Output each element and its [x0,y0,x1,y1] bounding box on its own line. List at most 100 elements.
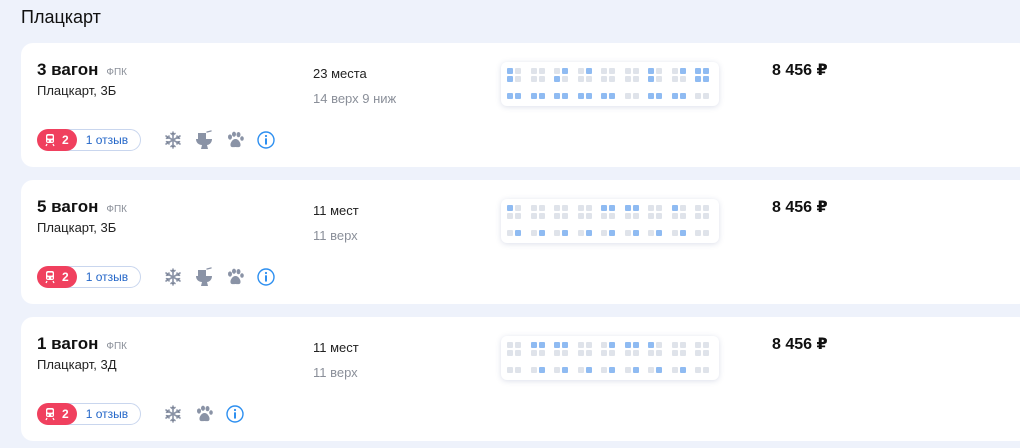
seat-taken [648,367,654,373]
seat-taken [648,213,654,219]
wagon-card[interactable]: 5 вагон ФПК Плацкарт, 3Б 11 мест 11 верх… [21,180,1020,304]
seat-free[interactable] [695,76,701,82]
seat-free[interactable] [538,93,545,99]
seat-free[interactable] [703,68,709,74]
wagon-title: 5 вагон ФПК [37,197,127,217]
seat-taken [671,230,678,236]
info-icon[interactable] [256,267,276,287]
seat-free[interactable] [695,68,701,74]
seat-free[interactable] [507,205,513,211]
seat-free[interactable] [648,76,654,82]
seat-free[interactable] [562,93,568,99]
seat-free[interactable] [562,367,568,373]
seat-free[interactable] [530,342,537,348]
seat-free[interactable] [585,230,592,236]
seat-free[interactable] [538,367,545,373]
seat-free[interactable] [656,367,662,373]
seat-free[interactable] [562,68,568,74]
seat-taken [562,213,568,219]
seat-taken [656,213,662,219]
seat-taken [671,213,678,219]
seat-free[interactable] [624,342,631,348]
seat-taken [538,68,545,74]
seat-free[interactable] [632,205,639,211]
seat-free[interactable] [515,230,521,236]
seat-taken [585,76,592,82]
seat-taken [671,367,678,373]
seat-free[interactable] [507,76,513,82]
seat-free[interactable] [577,93,584,99]
seat-free[interactable] [562,342,568,348]
price[interactable]: 8 456 ₽ [772,60,828,80]
seat-taken [679,350,686,356]
seat-free[interactable] [538,342,545,348]
rating-badge[interactable]: 2 [37,403,77,425]
seat-free[interactable] [601,93,607,99]
seat-taken [695,230,701,236]
seat-free[interactable] [679,367,686,373]
seat-free[interactable] [648,68,654,74]
price[interactable]: 8 456 ₽ [772,197,828,217]
seat-free[interactable] [585,93,592,99]
seat-taken [632,213,639,219]
seat-free[interactable] [609,205,615,211]
carrier-label: ФПК [106,341,127,352]
seat-taken [703,342,709,348]
seat-taken [562,205,568,211]
seat-free[interactable] [679,68,686,74]
seats-detail: 11 верх [313,228,358,243]
seat-free[interactable] [554,342,560,348]
seat-free[interactable] [671,205,678,211]
wagon-card[interactable]: 3 вагон ФПК Плацкарт, 3Б 23 места 14 вер… [21,43,1020,167]
seat-free[interactable] [679,93,686,99]
wagon-card[interactable]: 1 вагон ФПК Плацкарт, 3Д 11 мест 11 верх… [21,317,1020,441]
seat-free[interactable] [585,367,592,373]
reviews-link[interactable]: 1 отзыв [66,403,142,425]
seat-taken [577,367,584,373]
wagon-scheme[interactable] [501,199,719,243]
seat-free[interactable] [632,342,639,348]
paw-icon [194,404,214,424]
rating-badge[interactable]: 2 [37,266,77,288]
seat-free[interactable] [554,76,560,82]
price[interactable]: 8 456 ₽ [772,334,828,354]
seat-free[interactable] [679,230,686,236]
seat-taken [585,213,592,219]
seat-free[interactable] [562,230,568,236]
seat-taken [656,342,662,348]
seat-free[interactable] [515,93,521,99]
seat-taken [656,205,662,211]
reviews-link[interactable]: 1 отзыв [66,266,142,288]
seat-free[interactable] [530,93,537,99]
seat-free[interactable] [507,68,513,74]
seat-free[interactable] [648,93,654,99]
seat-free[interactable] [507,93,513,99]
reviews-link[interactable]: 1 отзыв [66,129,142,151]
seat-free[interactable] [609,342,615,348]
seat-free[interactable] [671,93,678,99]
seat-free[interactable] [585,68,592,74]
seat-free[interactable] [632,230,639,236]
seat-free[interactable] [656,230,662,236]
seat-free[interactable] [609,93,615,99]
seat-free[interactable] [538,230,545,236]
seat-free[interactable] [656,93,662,99]
wagon-scheme[interactable] [501,336,719,380]
info-icon[interactable] [256,130,276,150]
wagon-type: Плацкарт, 3Б [37,83,117,98]
seat-taken [562,350,568,356]
seat-free[interactable] [703,76,709,82]
seat-free[interactable] [632,367,639,373]
seat-free[interactable] [609,230,615,236]
seat-taken [554,68,560,74]
seat-taken [577,205,584,211]
seat-free[interactable] [624,205,631,211]
seat-free[interactable] [554,93,560,99]
wagon-scheme[interactable] [501,62,719,106]
rating-badge[interactable]: 2 [37,129,77,151]
info-icon[interactable] [225,404,245,424]
seat-free[interactable] [601,205,607,211]
seat-free[interactable] [609,367,615,373]
seat-free[interactable] [648,342,654,348]
wagon-title: 1 вагон ФПК [37,334,127,354]
